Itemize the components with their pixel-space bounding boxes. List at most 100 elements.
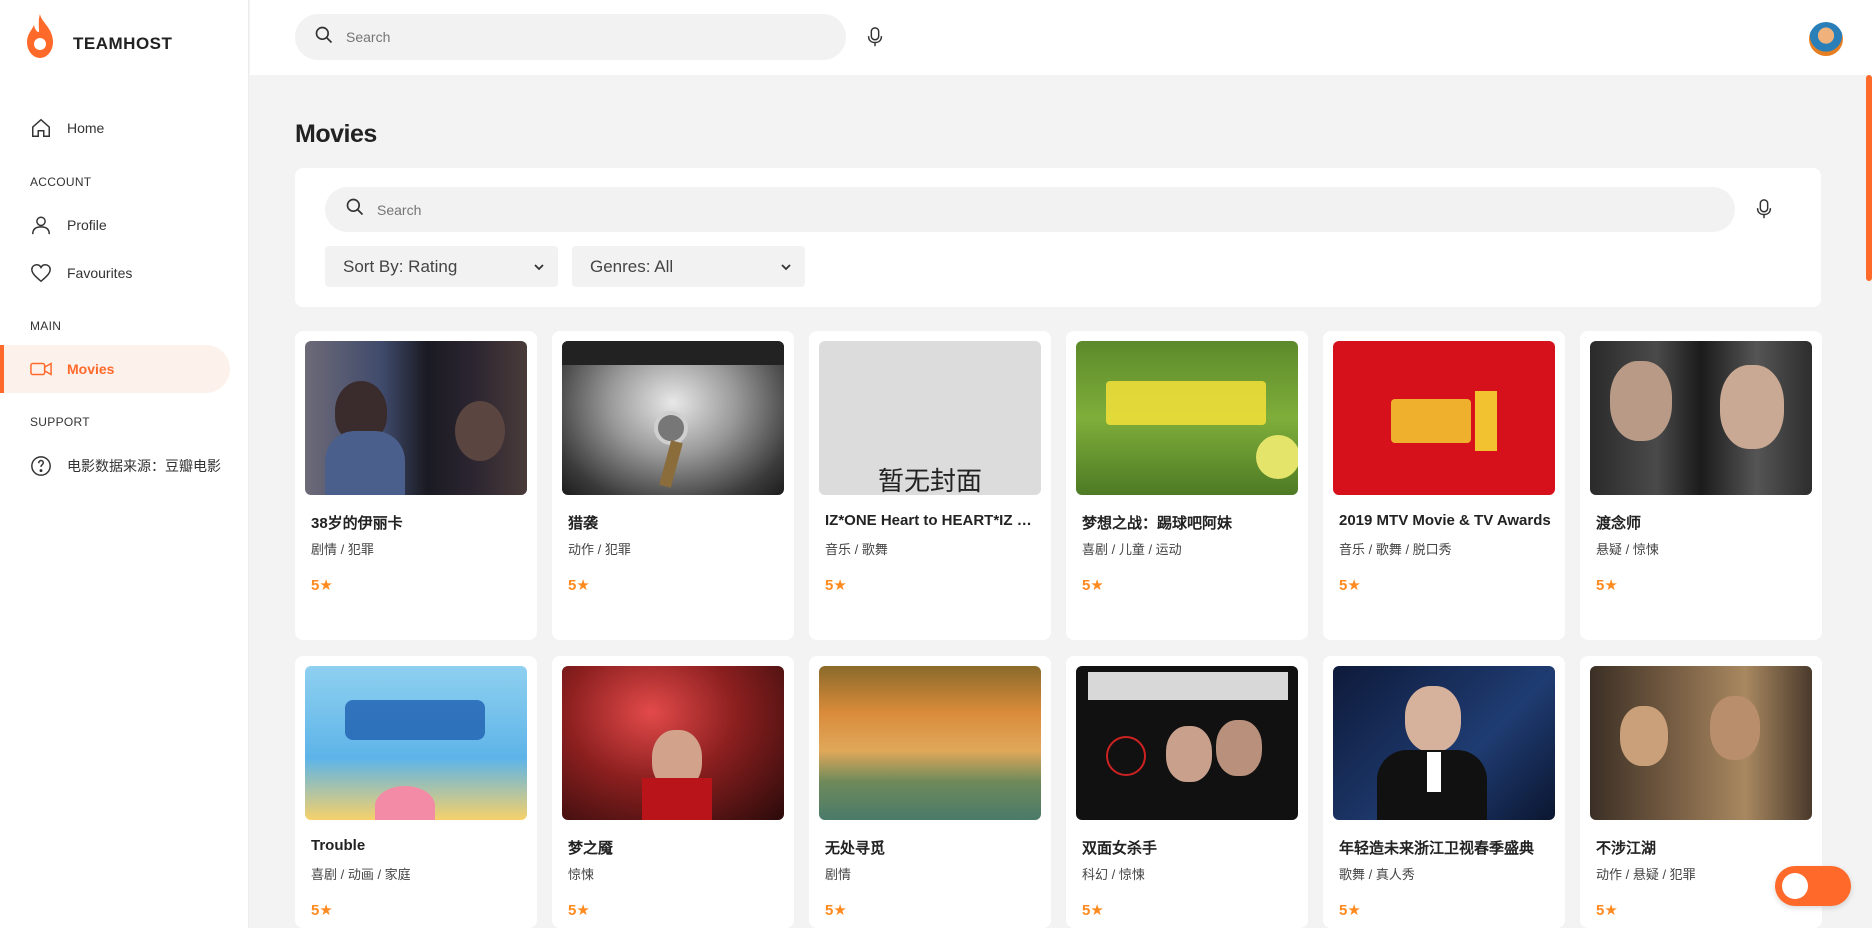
movie-title: 猎袭 [568, 515, 599, 532]
movie-genres: 音乐 / 歌舞 / 脱口秀 [1339, 542, 1452, 557]
movie-card[interactable]: 2019 MTV Movie & TV Awards 音乐 / 歌舞 / 脱口秀… [1323, 331, 1565, 640]
movie-poster [305, 666, 527, 820]
brand-logo[interactable]: TEAMHOST [25, 14, 172, 58]
top-search-input[interactable] [346, 29, 825, 45]
sidebar: TEAMHOST Home ACCOUNT Profile Favourites… [0, 0, 249, 928]
video-camera-icon [29, 357, 53, 381]
sidebar-item-movies[interactable]: Movies [0, 345, 230, 393]
sort-select[interactable]: Sort By: Rating [325, 246, 558, 287]
genres-select[interactable]: Genres: All [572, 246, 805, 287]
movie-card[interactable]: 猎袭 动作 / 犯罪 5★ [552, 331, 794, 640]
page-title: Movies [295, 120, 377, 148]
movie-rating: 5★ [825, 577, 847, 594]
movie-title: 双面女杀手 [1082, 840, 1158, 857]
movie-card[interactable]: 暂无封面 IZ*ONE Heart to HEART*IZ Concert 音乐… [809, 331, 1051, 640]
movie-title: 2019 MTV Movie & TV Awards [1339, 512, 1551, 529]
sidebar-item-label: Favourites [67, 265, 133, 281]
movie-card[interactable]: 38岁的伊丽卡 剧情 / 犯罪 5★ [295, 331, 537, 640]
movie-search-input[interactable] [377, 201, 1628, 218]
genres-select-value: Genres: All [590, 256, 674, 276]
movie-card[interactable]: 梦之魇 惊悚 5★ [552, 656, 794, 928]
section-label-main: MAIN [30, 319, 62, 333]
sort-select-value: Sort By: Rating [343, 256, 458, 276]
movie-poster [562, 666, 784, 820]
microphone-icon[interactable] [866, 26, 884, 53]
sidebar-item-home[interactable]: Home [0, 104, 230, 152]
movie-genres: 科幻 / 惊悚 [1082, 867, 1145, 882]
movie-poster [1333, 341, 1555, 495]
search-icon [345, 197, 365, 222]
flame-logo-icon [27, 14, 53, 58]
toggle-knob [1782, 873, 1808, 899]
top-bar [250, 0, 1872, 75]
movie-title: 年轻造未来浙江卫视春季盛典 [1339, 840, 1535, 857]
movie-poster [1076, 666, 1298, 820]
user-icon [29, 213, 53, 237]
movie-genres: 歌舞 / 真人秀 [1339, 867, 1415, 882]
movie-rating: 5★ [1082, 577, 1104, 594]
movie-poster [562, 341, 784, 495]
scrollbar-thumb[interactable] [1866, 75, 1872, 281]
heart-icon [29, 261, 53, 285]
sidebar-item-label: Home [67, 120, 105, 136]
movie-genres: 音乐 / 歌舞 [825, 542, 888, 557]
microphone-icon[interactable] [1755, 198, 1773, 225]
sidebar-item-label: 电影数据来源：豆瓣电影 [67, 458, 221, 474]
movie-rating: 5★ [311, 577, 333, 594]
movie-title: 渡念师 [1596, 515, 1642, 532]
movie-card[interactable]: 无处寻觅 剧情 5★ [809, 656, 1051, 928]
movie-rating: 5★ [1339, 902, 1361, 919]
movie-title: 梦想之战：踢球吧阿妹 [1082, 515, 1233, 532]
sidebar-item-label: Movies [67, 361, 115, 377]
movie-genres: 悬疑 / 惊悚 [1596, 542, 1659, 557]
movie-rating: 5★ [568, 902, 590, 919]
movie-title: IZ*ONE Heart to HEART*IZ Concert [825, 512, 1037, 529]
movie-genres: 剧情 [825, 867, 852, 882]
sidebar-item-label: Profile [67, 217, 107, 233]
movie-genres: 喜剧 / 儿童 / 运动 [1082, 542, 1182, 557]
movie-title: 无处寻觅 [825, 840, 886, 857]
movie-rating: 5★ [1596, 577, 1618, 594]
movie-card[interactable]: 年轻造未来浙江卫视春季盛典 歌舞 / 真人秀 5★ [1323, 656, 1565, 928]
movie-search-bar[interactable] [325, 187, 1735, 232]
top-search-bar[interactable] [295, 14, 846, 60]
movie-genres: 动作 / 悬疑 / 犯罪 [1596, 867, 1696, 882]
theme-toggle[interactable] [1775, 866, 1851, 906]
movie-poster [819, 666, 1041, 820]
movie-title: 梦之魇 [568, 840, 614, 857]
search-icon [314, 25, 334, 50]
sidebar-item-data-source[interactable]: 电影数据来源：豆瓣电影 [0, 442, 230, 490]
help-circle-icon [29, 454, 53, 478]
chevron-down-icon [532, 259, 546, 279]
chevron-down-icon [779, 259, 793, 279]
sidebar-item-profile[interactable]: Profile [0, 201, 230, 249]
movie-card[interactable]: Trouble 喜剧 / 动画 / 家庭 5★ [295, 656, 537, 928]
section-label-support: SUPPORT [30, 415, 90, 429]
movie-rating: 5★ [1596, 902, 1618, 919]
movie-poster [1590, 341, 1812, 495]
movie-genres: 喜剧 / 动画 / 家庭 [311, 867, 411, 882]
movie-card[interactable]: 梦想之战：踢球吧阿妹 喜剧 / 儿童 / 运动 5★ [1066, 331, 1308, 640]
movie-rating: 5★ [568, 577, 590, 594]
movie-rating: 5★ [825, 902, 847, 919]
movie-title: 38岁的伊丽卡 [311, 515, 403, 532]
movie-title: Trouble [311, 837, 366, 854]
sidebar-item-favourites[interactable]: Favourites [0, 249, 230, 297]
movie-poster: 暂无封面 [819, 341, 1041, 495]
movie-card[interactable]: 双面女杀手 科幻 / 惊悚 5★ [1066, 656, 1308, 928]
movie-poster [305, 341, 527, 495]
movie-rating: 5★ [311, 902, 333, 919]
no-cover-label: 暂无封面 [877, 467, 982, 495]
movie-genres: 剧情 / 犯罪 [311, 542, 374, 557]
movie-poster [1590, 666, 1812, 820]
movie-card[interactable]: 渡念师 悬疑 / 惊悚 5★ [1580, 331, 1822, 640]
movie-genres: 动作 / 犯罪 [568, 542, 631, 557]
avatar[interactable] [1809, 22, 1843, 56]
movie-poster [1076, 341, 1298, 495]
filter-panel: Sort By: Rating Genres: All [295, 168, 1821, 307]
home-icon [29, 116, 53, 140]
movie-poster [1333, 666, 1555, 820]
movie-rating: 5★ [1082, 902, 1104, 919]
movie-rating: 5★ [1339, 577, 1361, 594]
movie-genres: 惊悚 [568, 867, 595, 882]
